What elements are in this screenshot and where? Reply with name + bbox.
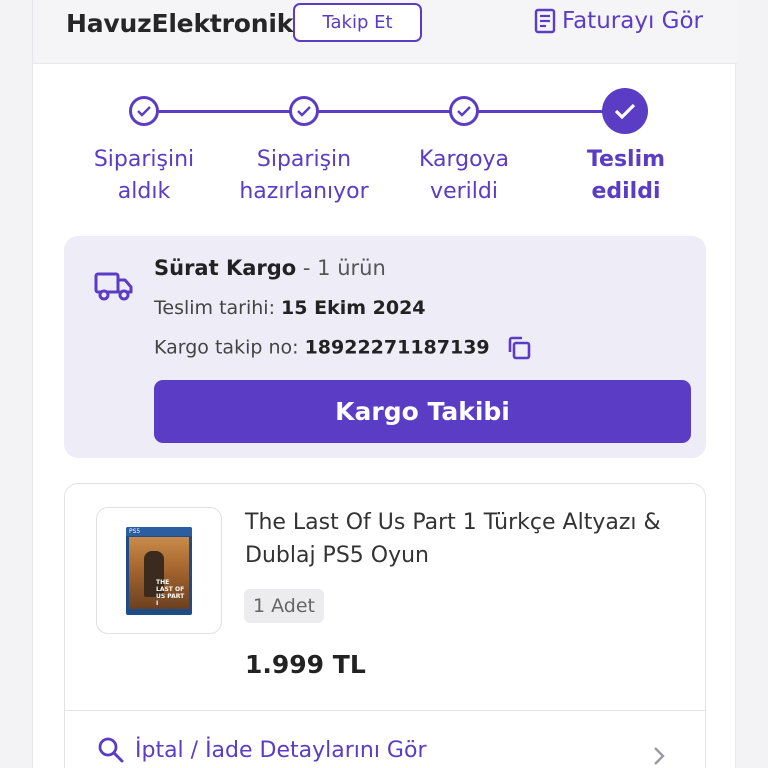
seller-header: HavuzElektronik Takip Et Faturayı Gör (33, 0, 737, 64)
refund-label: İptal / İade Detaylarını Gör (135, 737, 427, 763)
order-progress-stepper: Siparişini aldık Siparişin hazırlanıyor … (33, 86, 737, 216)
step-4-label: Teslim edildi (586, 147, 666, 204)
invoice-label: Faturayı Gör (561, 8, 703, 34)
product-thumbnail[interactable]: PS5 THE LAST OF US PART I (96, 507, 222, 634)
carrier-name: Sürat Kargo (154, 256, 297, 280)
seller-name[interactable]: HavuzElektronik (66, 9, 293, 38)
quantity-badge: 1 Adet (244, 589, 324, 623)
tracking-row: Kargo takip no: 18922271187139 (154, 335, 532, 361)
step-1-label: Siparişini aldık (93, 147, 195, 204)
step-2-label: Siparişin hazırlanıyor (239, 147, 369, 204)
document-icon (534, 8, 556, 34)
tracking-number: 18922271187139 (304, 336, 490, 359)
search-icon (98, 737, 124, 763)
item-count: - 1 ürün (302, 256, 386, 280)
truck-icon (94, 272, 133, 301)
delivery-date-row: Teslim tarihi: 15 Ekim 2024 (154, 297, 426, 319)
copy-icon[interactable] (506, 335, 532, 361)
divider (65, 710, 705, 711)
delivery-date-label: Teslim tarihi: (154, 297, 275, 319)
progress-track (159, 110, 625, 113)
chevron-right-icon[interactable] (653, 746, 665, 766)
step-3-label: Kargoya verildi (418, 147, 510, 204)
step-3-check-icon (449, 96, 479, 126)
game-cover-image: PS5 THE LAST OF US PART I (126, 526, 192, 615)
carrier-line: Sürat Kargo - 1 ürün (154, 256, 386, 280)
step-4-check-icon (602, 88, 648, 134)
product-price: 1.999 TL (245, 650, 366, 679)
step-1-check-icon (129, 96, 159, 126)
invoice-link[interactable]: Faturayı Gör (534, 8, 703, 34)
step-2-check-icon (289, 96, 319, 126)
delivery-date-value: 15 Ekim 2024 (281, 297, 426, 319)
product-card: PS5 THE LAST OF US PART I The Last Of Us… (64, 483, 706, 768)
cover-title-text: THE LAST OF US PART I (156, 578, 185, 607)
refund-details-link[interactable]: İptal / İade Detaylarını Gör (97, 736, 427, 764)
shipment-panel: Sürat Kargo - 1 ürün Teslim tarihi: 15 E… (64, 236, 706, 458)
follow-button[interactable]: Takip Et (293, 3, 422, 42)
tracking-label: Kargo takip no: (154, 336, 299, 359)
order-detail-card: HavuzElektronik Takip Et Faturayı Gör Si… (32, 0, 737, 768)
track-shipment-button[interactable]: Kargo Takibi (154, 380, 691, 443)
cover-brand-text: PS5 (129, 527, 141, 535)
product-name[interactable]: The Last Of Us Part 1 Türkçe Altyazı & D… (245, 506, 685, 572)
